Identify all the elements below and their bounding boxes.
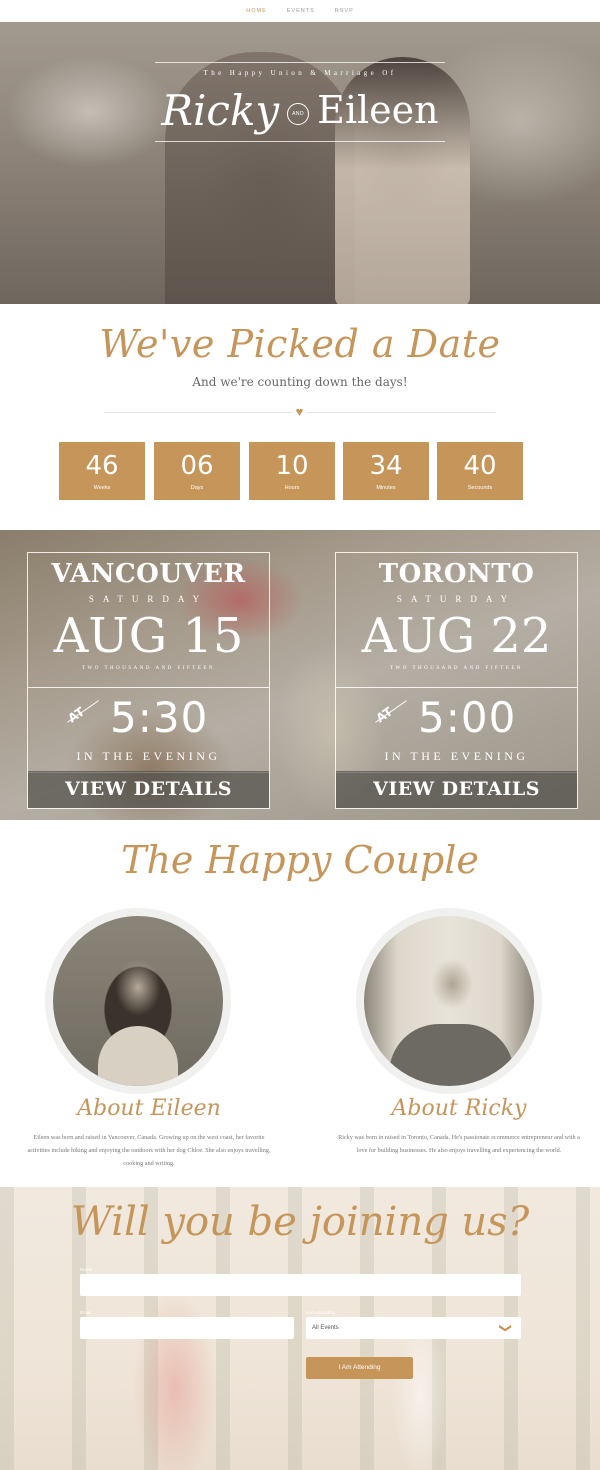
ricky-photo xyxy=(364,916,534,1086)
countdown-label: Minutes xyxy=(376,485,396,491)
countdown-value: 34 xyxy=(369,451,403,481)
about-ricky: About Ricky Ricky was born in raised in … xyxy=(334,1096,584,1157)
name-input[interactable] xyxy=(80,1274,521,1296)
countdown-value: 40 xyxy=(463,451,497,481)
email-input[interactable] xyxy=(80,1317,294,1339)
event-card-vancouver: VANCOUVER SATURDAY AUG 15 TWO THOUSAND A… xyxy=(27,552,270,809)
hero-title: The Happy Union & Marriage Of Ricky AND … xyxy=(155,62,445,142)
attending-select[interactable]: All Events ❯ xyxy=(306,1317,521,1339)
email-label: Email xyxy=(80,1310,92,1315)
hero-kicker: The Happy Union & Marriage Of xyxy=(203,69,397,77)
countdown-label: Secounds xyxy=(467,485,493,491)
nav-home-link[interactable]: HOME xyxy=(246,8,267,14)
countdown-days: 06 Days xyxy=(154,442,240,500)
heart-icon: ♥ xyxy=(293,405,306,418)
event-city: VANCOUVER xyxy=(51,559,246,589)
nav-rsvp-link[interactable]: RSVP xyxy=(335,8,354,14)
event-date: AUG 22 xyxy=(361,608,552,664)
countdown-section: We've Picked a Date And we're counting d… xyxy=(0,304,600,530)
submit-rsvp-button[interactable]: I Am Attending xyxy=(306,1357,413,1379)
event-weekday: SATURDAY xyxy=(396,594,517,604)
event-period: IN THE EVENING xyxy=(384,749,529,763)
about-ricky-bio: Ricky was born in raised in Toronto, Can… xyxy=(338,1134,580,1154)
countdown-label: Hours xyxy=(284,485,300,491)
date-section-subtitle: And we're counting down the days! xyxy=(192,375,408,389)
event-at: AT xyxy=(373,704,396,726)
event-city: TORONTO xyxy=(378,559,535,589)
countdown-hours: 10 Hours xyxy=(249,442,335,500)
rsvp-title: Will you be joining us? xyxy=(70,1199,530,1245)
ricky-portrait xyxy=(356,908,542,1094)
eileen-photo xyxy=(53,916,223,1086)
event-year: TWO THOUSAND AND FIFTEEN xyxy=(389,666,524,671)
about-eileen-bio: Eileen was born and raised in Vancouver,… xyxy=(27,1134,271,1167)
event-card-toronto: TORONTO SATURDAY AUG 22 TWO THOUSAND AND… xyxy=(335,552,578,809)
event-divider xyxy=(28,687,269,688)
hero-rule-bottom xyxy=(155,141,445,142)
countdown-seconds: 40 Secounds xyxy=(437,442,523,500)
countdown-weeks: 46 Weeks xyxy=(59,442,145,500)
attending-select-value: All Events xyxy=(312,1325,339,1331)
about-eileen: About Eileen Eileen was born and raised … xyxy=(24,1096,274,1170)
event-date: AUG 15 xyxy=(53,608,244,664)
event-time: 5:00 xyxy=(418,693,517,742)
countdown-minutes: 34 Minutes xyxy=(343,442,429,500)
countdown-value: 10 xyxy=(275,451,309,481)
couple-section: The Happy Couple About Eileen Eileen was… xyxy=(0,820,600,1187)
about-ricky-heading: About Ricky xyxy=(391,1096,527,1121)
couple-section-title: The Happy Couple xyxy=(121,838,479,882)
countdown-value: 46 xyxy=(85,451,119,481)
bride-name: Eileen xyxy=(317,88,439,132)
countdown-value: 06 xyxy=(180,451,214,481)
countdown-label: Days xyxy=(190,485,204,491)
event-time: 5:30 xyxy=(110,693,209,742)
event-divider xyxy=(336,687,577,688)
event-at: AT xyxy=(65,704,88,726)
event-weekday: SATURDAY xyxy=(88,594,209,604)
chevron-down-icon: ❯ xyxy=(498,1322,513,1334)
attending-label: I Am Attending xyxy=(306,1310,336,1315)
hero-names: Ricky AND Eileen xyxy=(155,79,445,141)
hero-rule-top xyxy=(155,62,445,63)
groom-name: Ricky xyxy=(161,85,280,135)
event-period: IN THE EVENING xyxy=(76,749,221,763)
top-nav: HOME EVENTS RSVP xyxy=(0,0,600,22)
and-badge: AND xyxy=(287,103,310,125)
hero-banner: The Happy Union & Marriage Of Ricky AND … xyxy=(0,22,600,304)
about-eileen-heading: About Eileen xyxy=(77,1096,221,1121)
events-section: VANCOUVER SATURDAY AUG 15 TWO THOUSAND A… xyxy=(0,530,600,820)
rsvp-section: Will you be joining us? Name Email I Am … xyxy=(0,1187,600,1470)
eileen-portrait xyxy=(45,908,231,1094)
event-year: TWO THOUSAND AND FIFTEEN xyxy=(81,666,216,671)
view-details-button[interactable]: VIEW DETAILS xyxy=(28,771,269,808)
nav-events-link[interactable]: EVENTS xyxy=(287,8,315,14)
countdown-label: Weeks xyxy=(93,485,111,491)
view-details-button[interactable]: VIEW DETAILS xyxy=(336,771,577,808)
date-section-title: We've Picked a Date xyxy=(99,322,501,366)
name-label: Name xyxy=(80,1267,93,1272)
